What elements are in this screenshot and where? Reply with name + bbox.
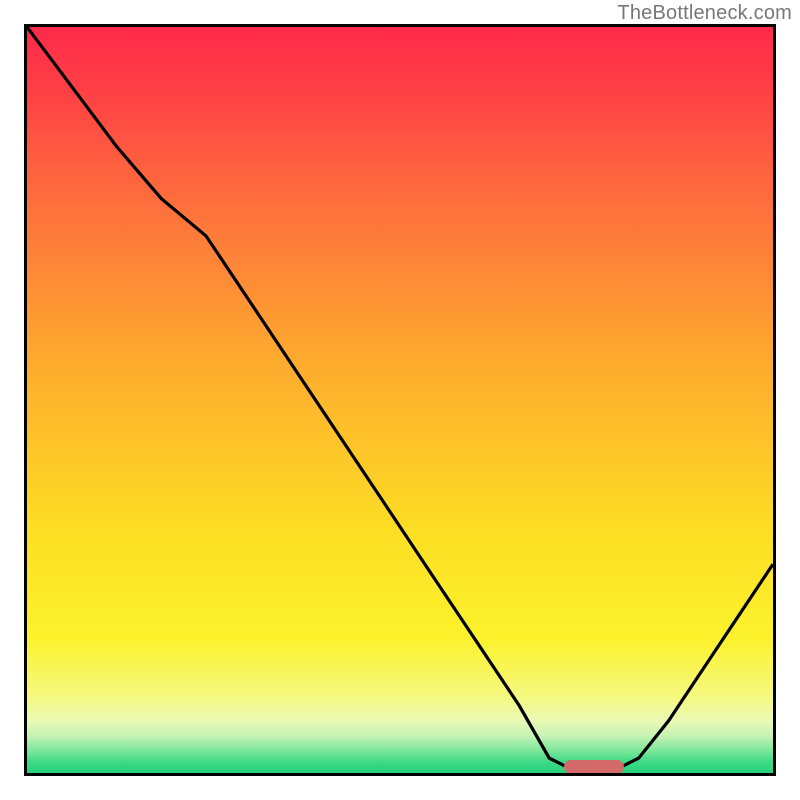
plot-area [24,24,776,776]
optimal-range-marker [564,760,624,774]
watermark-text: TheBottleneck.com [617,2,792,25]
bottleneck-curve-path [27,27,773,773]
curve-svg [27,27,773,773]
figure-root: TheBottleneck.com [0,0,800,800]
